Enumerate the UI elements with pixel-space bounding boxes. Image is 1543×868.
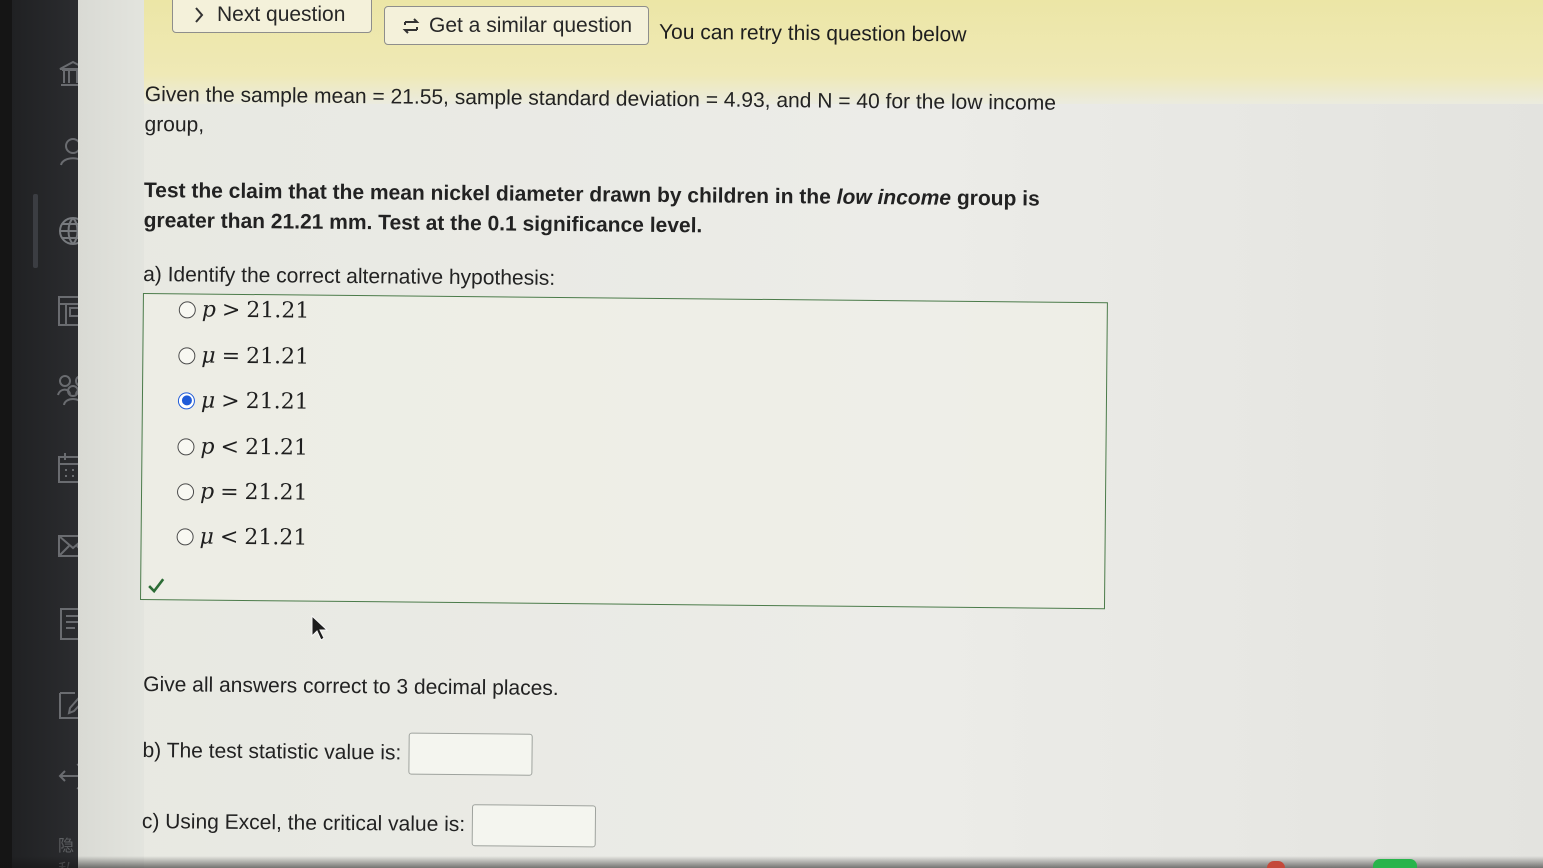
- question-content: Given the sample mean = 21.55, sample st…: [140, 80, 1135, 848]
- radio-button[interactable]: [178, 300, 196, 318]
- radio-button[interactable]: [176, 527, 194, 545]
- hypothesis-variable: μ: [201, 343, 216, 369]
- next-question-label: Next question: [217, 2, 346, 26]
- checkmark-icon: [146, 575, 166, 595]
- part-a-question: a) Identify the correct alternative hypo…: [143, 262, 556, 290]
- option-mu-less[interactable]: μ < 21.21: [176, 521, 307, 552]
- part-b-row: b) The test statistic value is:: [142, 730, 533, 776]
- claim-statement: Test the claim that the mean nickel diam…: [144, 176, 1090, 245]
- option-p-less[interactable]: p < 21.21: [177, 431, 308, 462]
- similar-question-label: Get a similar question: [429, 13, 633, 37]
- page-gutter: [78, 0, 144, 868]
- radio-button[interactable]: [177, 437, 195, 455]
- screen: 隐私 Next question Get a similar question …: [0, 0, 1543, 868]
- claim-prefix: Test the claim that the mean nickel diam…: [143, 178, 837, 209]
- green-status-marker: [1373, 859, 1417, 868]
- hypothesis-operator: >: [221, 388, 240, 414]
- hypothesis-value: 21.21: [245, 388, 309, 415]
- window-edge: [0, 0, 12, 868]
- option-p-greater[interactable]: p > 21.21: [178, 294, 310, 325]
- hypothesis-variable: μ: [199, 524, 215, 550]
- part-b-label: b) The test statistic value is:: [142, 739, 402, 765]
- swap-icon: [400, 15, 422, 37]
- hypothesis-operator: =: [220, 479, 239, 505]
- hypothesis-value: 21.21: [244, 434, 309, 461]
- critical-value-input[interactable]: [471, 804, 597, 848]
- given-information: Given the sample mean = 21.55, sample st…: [144, 82, 1057, 137]
- active-sidebar-indicator: [33, 194, 38, 268]
- screen-bottom-shadow: [0, 856, 1543, 868]
- claim-emphasis: low income: [836, 185, 952, 210]
- left-sidebar: 隐私: [12, 0, 91, 868]
- hypothesis-answer-box: p > 21.21 μ = 21.21 μ > 21.21 p < 21.21: [140, 292, 1108, 610]
- part-c-row: c) Using Excel, the critical value is:: [141, 801, 597, 848]
- hypothesis-variable: p: [200, 434, 215, 460]
- hypothesis-value: 21.21: [244, 479, 308, 506]
- red-status-marker: [1267, 861, 1285, 868]
- similar-question-button[interactable]: Get a similar question: [384, 6, 649, 45]
- retry-message: You can retry this question below: [658, 20, 967, 47]
- hypothesis-value: 21.21: [246, 297, 310, 324]
- mouse-cursor-icon: [311, 614, 329, 641]
- hypothesis-operator: <: [220, 434, 240, 460]
- hypothesis-operator: =: [221, 343, 241, 369]
- hypothesis-variable: p: [201, 297, 217, 323]
- next-question-button[interactable]: Next question: [172, 0, 372, 33]
- option-mu-equal[interactable]: μ = 21.21: [178, 340, 309, 371]
- hypothesis-variable: p: [199, 479, 215, 505]
- option-mu-greater[interactable]: μ > 21.21: [177, 385, 309, 416]
- option-p-equal[interactable]: p = 21.21: [176, 476, 308, 507]
- selected-radio-button[interactable]: [177, 391, 196, 409]
- part-c-label: c) Using Excel, the critical value is:: [141, 810, 466, 837]
- test-statistic-input[interactable]: [408, 732, 533, 776]
- hypothesis-operator: >: [221, 297, 241, 323]
- hypothesis-value: 21.21: [245, 343, 310, 370]
- hypothesis-value: 21.21: [244, 524, 308, 551]
- radio-button[interactable]: [176, 482, 195, 500]
- chevron-right-icon: [188, 4, 210, 26]
- decimal-instructions: Give all answers correct to 3 decimal pl…: [143, 673, 559, 700]
- radio-button[interactable]: [178, 346, 196, 364]
- hypothesis-variable: μ: [200, 388, 216, 414]
- hypothesis-operator: <: [219, 524, 239, 550]
